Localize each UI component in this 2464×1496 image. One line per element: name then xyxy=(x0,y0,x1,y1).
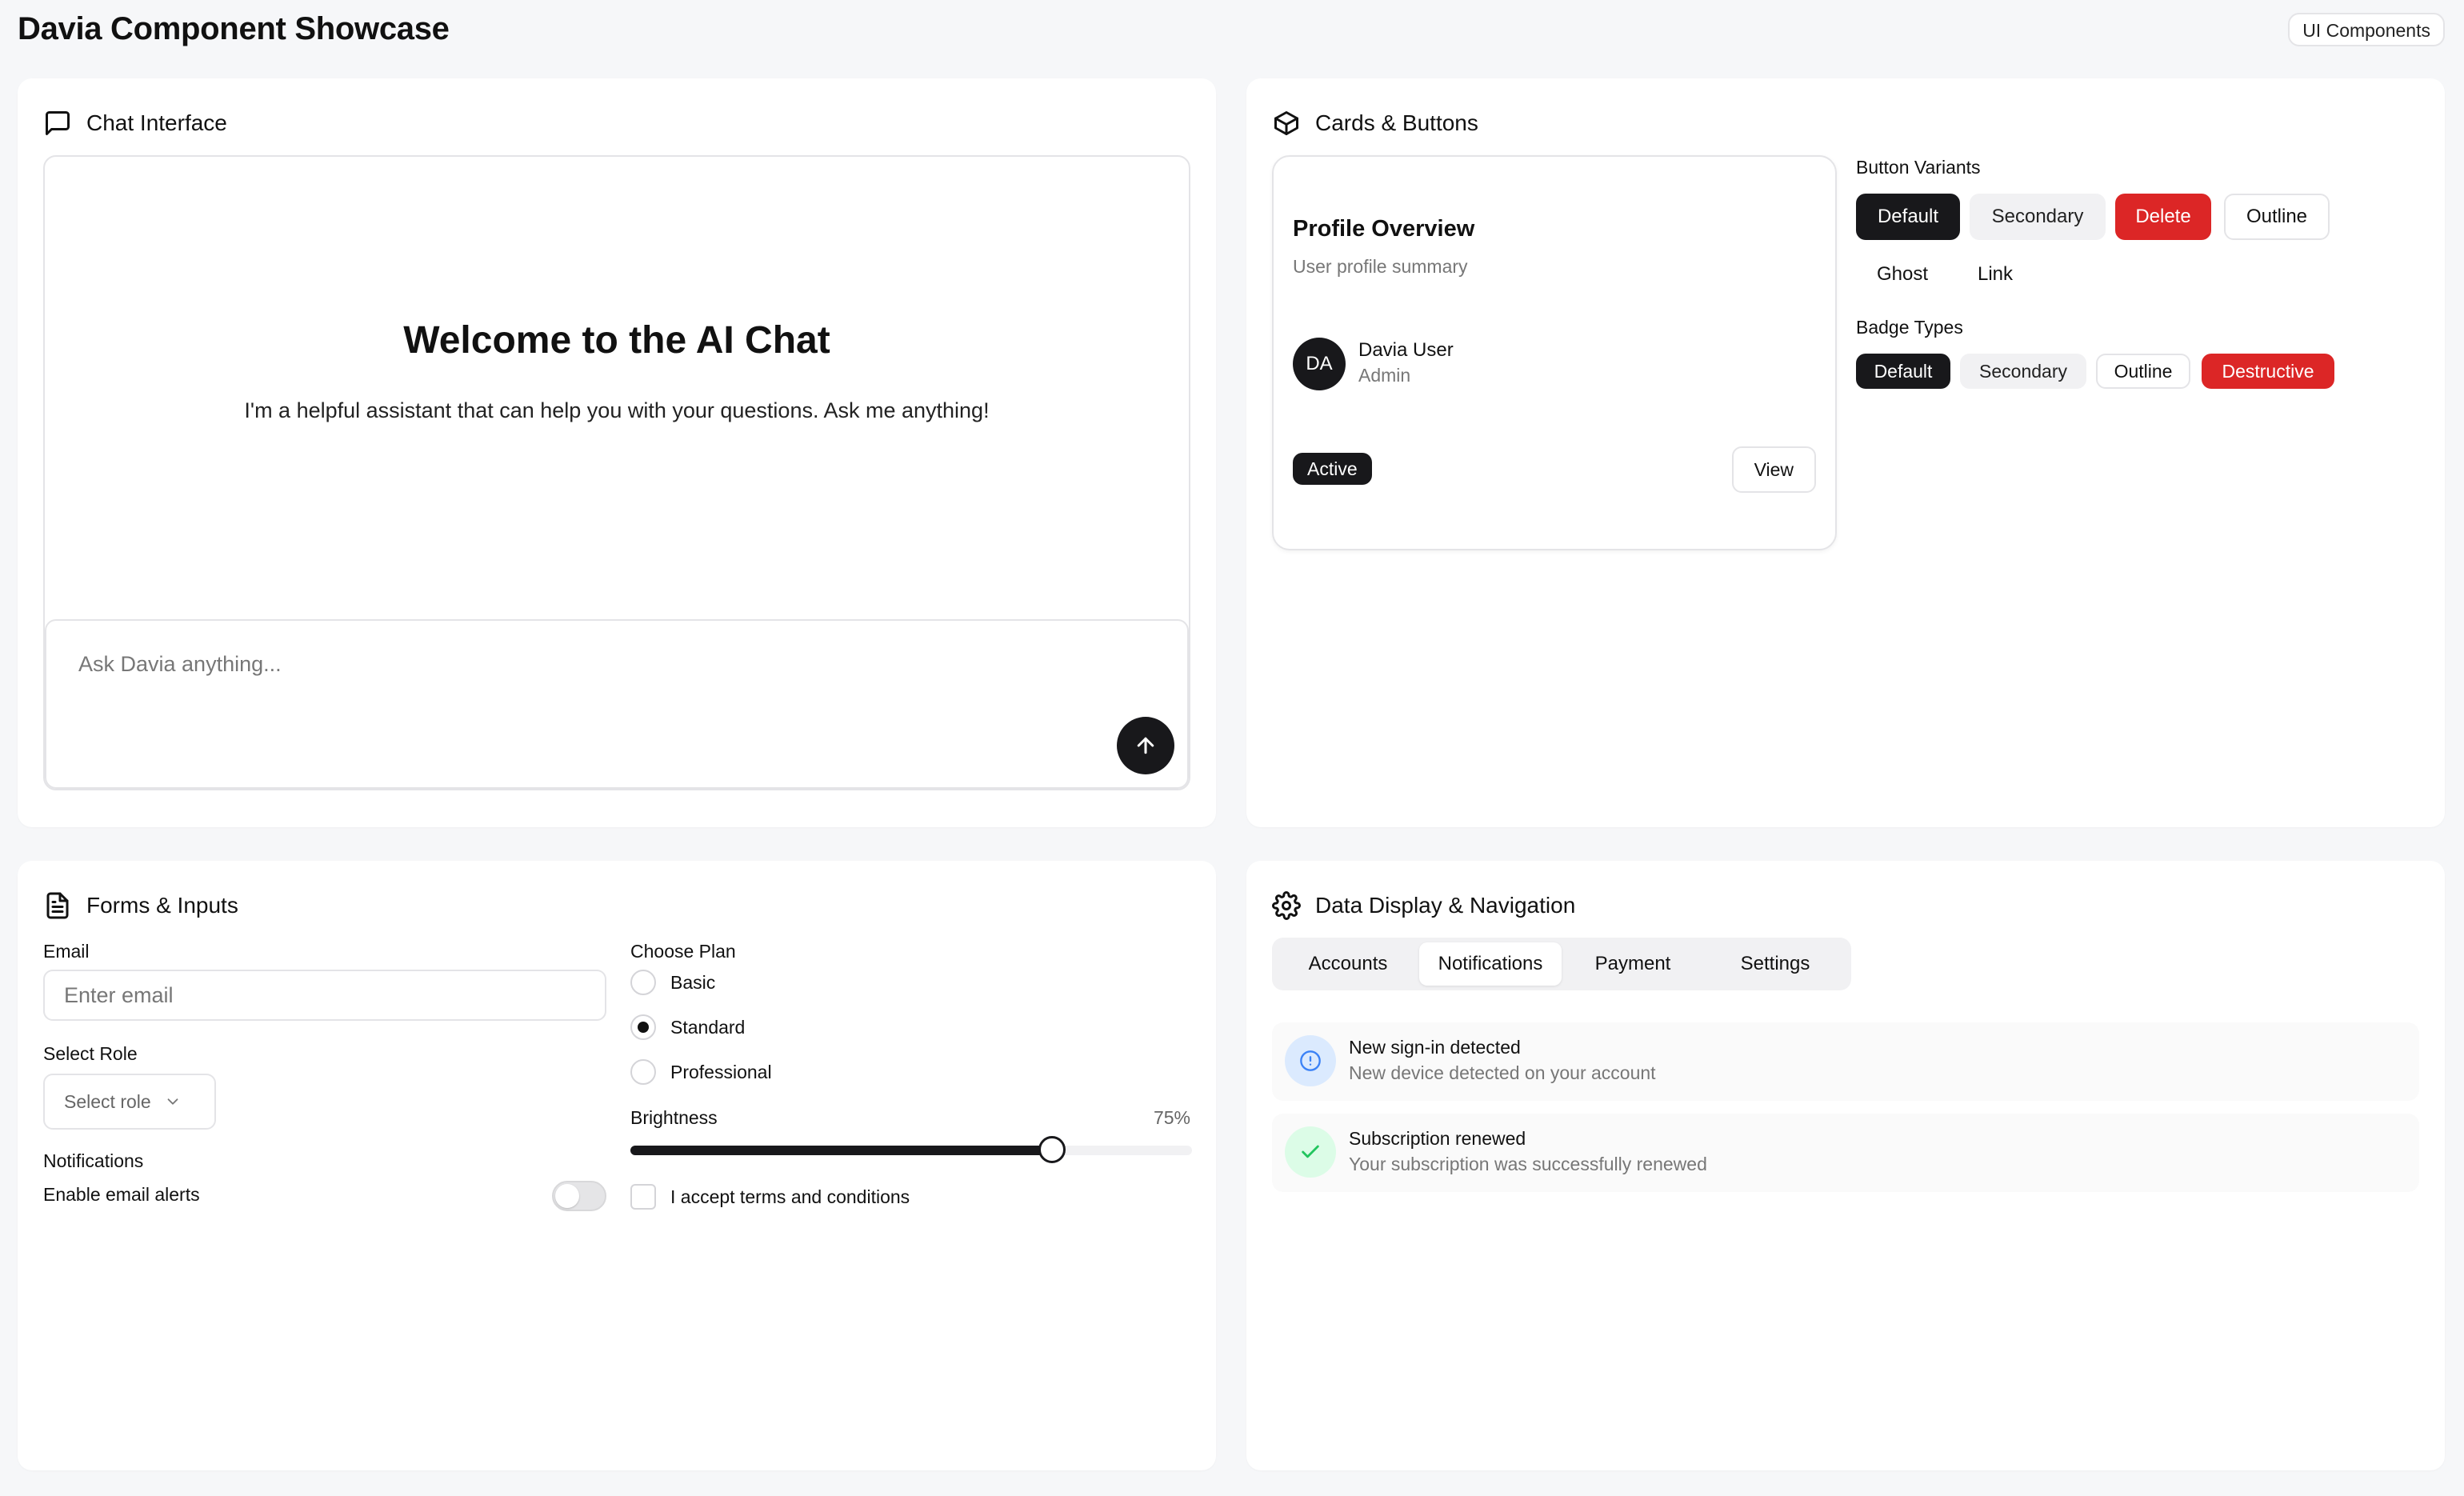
avatar: DA xyxy=(1293,338,1346,390)
send-button[interactable] xyxy=(1117,717,1174,774)
profile-card: Profile Overview User profile summary DA… xyxy=(1272,155,1837,550)
email-alerts-label: Enable email alerts xyxy=(43,1184,200,1205)
email-label: Email xyxy=(43,941,90,962)
chat-panel-title: Chat Interface xyxy=(86,110,227,135)
notifications-label: Notifications xyxy=(43,1150,144,1171)
brightness-value: 75% xyxy=(1153,1107,1190,1128)
role-select-value: Select role xyxy=(64,1090,151,1112)
view-button[interactable]: View xyxy=(1731,446,1816,493)
notification-item: New sign-in detected New device detected… xyxy=(1272,1022,2419,1101)
tab-accounts[interactable]: Accounts xyxy=(1277,942,1419,986)
chat-composer xyxy=(45,619,1189,789)
email-field[interactable] xyxy=(43,970,606,1021)
tab-payment[interactable]: Payment xyxy=(1562,942,1704,986)
badge-types-label: Badge Types xyxy=(1856,317,1963,338)
chat-welcome-subtitle: I'm a helpful assistant that can help yo… xyxy=(244,398,990,422)
role-label: Select Role xyxy=(43,1043,138,1064)
data-display-panel: Data Display & Navigation Accounts Notif… xyxy=(1246,861,2445,1470)
plan-option-standard[interactable]: Standard xyxy=(630,1014,745,1040)
default-badge: Default xyxy=(1856,354,1950,389)
info-icon xyxy=(1300,1050,1321,1071)
profile-name: Davia User xyxy=(1358,339,1454,361)
chat-input[interactable] xyxy=(78,645,1038,683)
plan-option-label: Professional xyxy=(670,1061,772,1082)
status-badge: Active xyxy=(1293,453,1372,485)
plan-option-label: Basic xyxy=(670,971,716,993)
chat-panel-header: Chat Interface xyxy=(43,107,227,139)
radio-basic[interactable] xyxy=(630,970,656,995)
forms-panel-header: Forms & Inputs xyxy=(43,890,238,922)
role-select[interactable]: Select role xyxy=(43,1074,216,1130)
plan-option-basic[interactable]: Basic xyxy=(630,970,715,995)
delete-button[interactable]: Delete xyxy=(2115,194,2211,240)
cards-panel-title: Cards & Buttons xyxy=(1315,110,1478,135)
forms-panel-title: Forms & Inputs xyxy=(86,893,238,918)
brightness-label: Brightness xyxy=(630,1107,718,1128)
message-square-icon xyxy=(46,111,70,135)
forms-inputs-panel: Forms & Inputs Email Select Role Select … xyxy=(18,861,1216,1470)
box-icon xyxy=(1274,111,1298,135)
link-button[interactable]: Link xyxy=(1955,251,2035,298)
profile-card-subtitle: User profile summary xyxy=(1293,256,1468,277)
terms-checkbox[interactable] xyxy=(630,1184,656,1210)
data-panel-title: Data Display & Navigation xyxy=(1315,893,1576,918)
chat-interface-panel: Chat Interface Welcome to the AI Chat I'… xyxy=(18,78,1216,827)
notification-description: Your subscription was successfully renew… xyxy=(1349,1154,1707,1174)
terms-label: I accept terms and conditions xyxy=(670,1186,910,1207)
secondary-badge: Secondary xyxy=(1960,354,2086,389)
slider-thumb[interactable] xyxy=(1038,1136,1066,1163)
tab-notifications[interactable]: Notifications xyxy=(1419,942,1562,986)
cards-buttons-panel: Cards & Buttons Profile Overview User pr… xyxy=(1246,78,2445,827)
radio-professional[interactable] xyxy=(630,1059,656,1085)
ui-components-badge: UI Components xyxy=(2288,13,2445,46)
notification-icon-wrap xyxy=(1285,1035,1336,1086)
check-icon xyxy=(1302,1145,1319,1158)
email-alerts-toggle[interactable] xyxy=(552,1181,606,1211)
outline-badge: Outline xyxy=(2096,354,2190,389)
arrow-up-icon xyxy=(1137,737,1154,754)
tab-list: Accounts Notifications Payment Settings xyxy=(1272,938,1851,990)
file-text-icon xyxy=(46,892,69,919)
radio-standard[interactable] xyxy=(630,1014,656,1040)
outline-button[interactable]: Outline xyxy=(2224,194,2330,240)
app-header: Davia Component Showcase UI Components xyxy=(0,0,2464,64)
profile-role: Admin xyxy=(1358,365,1411,386)
data-panel-header: Data Display & Navigation xyxy=(1272,890,1575,922)
brightness-slider[interactable] xyxy=(630,1136,1192,1163)
chevron-down-icon xyxy=(167,1098,178,1105)
terms-row[interactable]: I accept terms and conditions xyxy=(630,1184,910,1210)
toggle-knob xyxy=(555,1184,579,1208)
plan-option-professional[interactable]: Professional xyxy=(630,1059,772,1085)
plan-label: Choose Plan xyxy=(630,941,736,962)
secondary-button[interactable]: Secondary xyxy=(1970,194,2106,240)
destructive-badge: Destructive xyxy=(2202,354,2334,389)
profile-card-title: Profile Overview xyxy=(1293,216,1475,242)
notification-title: Subscription renewed xyxy=(1349,1128,1526,1149)
default-button[interactable]: Default xyxy=(1856,194,1960,240)
chat-window: Welcome to the AI Chat I'm a helpful ass… xyxy=(43,155,1190,790)
page-title: Davia Component Showcase xyxy=(18,11,450,46)
tab-settings[interactable]: Settings xyxy=(1704,942,1846,986)
ghost-button[interactable]: Ghost xyxy=(1856,251,1949,298)
plan-option-label: Standard xyxy=(670,1016,746,1038)
notification-icon-wrap xyxy=(1285,1126,1336,1178)
notification-item: Subscription renewed Your subscription w… xyxy=(1272,1114,2419,1192)
cards-panel-header: Cards & Buttons xyxy=(1272,107,1478,139)
notification-description: New device detected on your account xyxy=(1349,1062,1656,1083)
slider-fill xyxy=(630,1146,1052,1155)
notification-title: New sign-in detected xyxy=(1349,1037,1521,1058)
button-variants-label: Button Variants xyxy=(1856,157,1981,178)
chat-welcome-heading: Welcome to the AI Chat xyxy=(403,319,830,362)
settings-icon xyxy=(1272,891,1301,920)
